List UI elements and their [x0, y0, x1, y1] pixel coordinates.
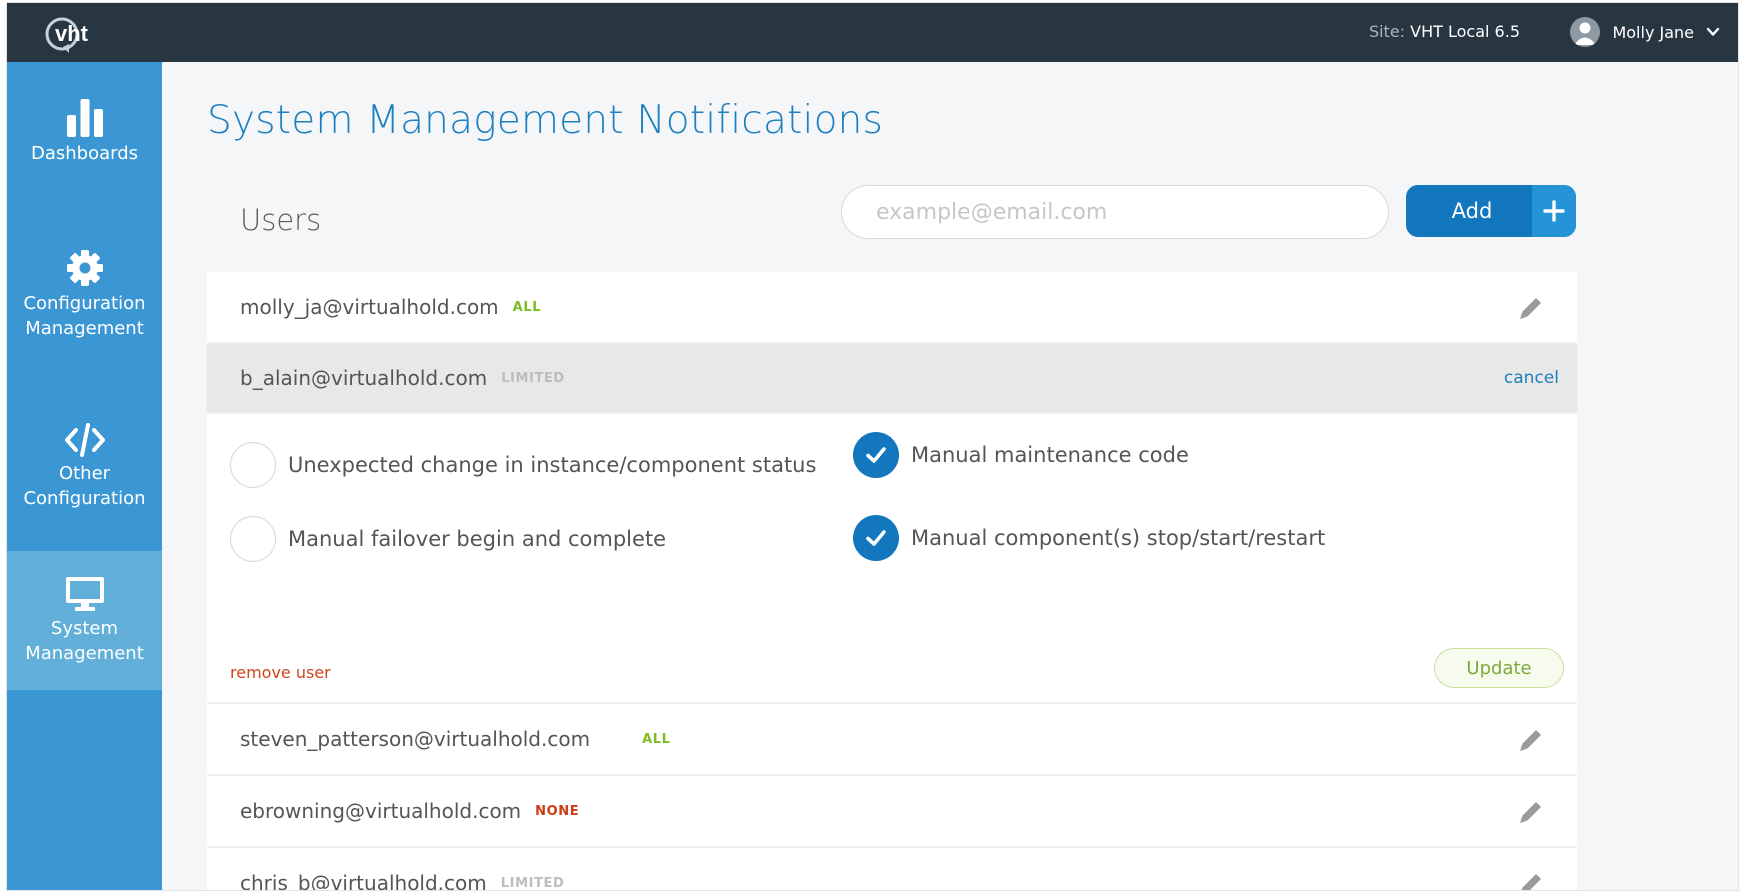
logo-text: vht	[55, 21, 89, 46]
option-label: Manual failover begin and complete	[288, 527, 667, 551]
vht-logo[interactable]: vht	[45, 11, 115, 55]
notification-options-panel: Unexpected change in instance/component …	[207, 414, 1577, 704]
table-row[interactable]: steven_patterson@virtualhold.com ALL	[207, 704, 1577, 776]
sidebar-item-dashboards[interactable]: Dashboards	[7, 62, 162, 202]
site-label: Site:	[1368, 22, 1406, 41]
pencil-icon[interactable]	[1517, 726, 1545, 754]
site-value: VHT Local 6.5	[1410, 22, 1520, 41]
pencil-icon[interactable]	[1517, 294, 1545, 322]
code-icon	[64, 423, 105, 457]
pencil-icon[interactable]	[1517, 798, 1545, 826]
status-badge: LIMITED	[501, 370, 565, 386]
user-email: steven_patterson@virtualhold.com	[240, 727, 591, 751]
user-icon	[1574, 22, 1597, 45]
option-checkbox[interactable]	[230, 442, 276, 488]
sidebar: Dashboards Configuration Management Othe…	[7, 62, 162, 890]
checkmark-icon[interactable]	[853, 515, 899, 561]
option-label: Manual maintenance code	[911, 443, 1189, 467]
status-badge: ALL	[512, 299, 542, 315]
option-maintenance-code[interactable]: Manual maintenance code	[853, 432, 1189, 478]
monitor-icon	[65, 576, 104, 611]
status-badge: ALL	[642, 731, 671, 747]
user-email: b_alain@virtualhold.com	[240, 366, 488, 390]
sidebar-item-label: Dashboards	[30, 142, 139, 164]
option-checkbox[interactable]	[230, 516, 276, 562]
user-menu[interactable]: Molly Jane	[1570, 16, 1720, 48]
add-button-label: Add	[1451, 199, 1493, 223]
users-list: molly_ja@virtualhold.com ALL b_alain@vir…	[207, 272, 1577, 891]
table-row-selected[interactable]: b_alain@virtualhold.com LIMITED cancel	[207, 344, 1577, 414]
users-heading: Users	[240, 203, 322, 237]
top-bar: vht Site: VHT Local 6.5 Molly Jane	[7, 3, 1738, 62]
option-label: Manual component(s) stop/start/restart	[911, 526, 1326, 550]
gear-icon	[66, 249, 103, 286]
pencil-icon[interactable]	[1517, 870, 1545, 891]
main-content: System Management Notifications Users Ad…	[162, 62, 1738, 890]
cancel-link[interactable]: cancel	[1504, 368, 1559, 388]
user-email: chris_b@virtualhold.com	[240, 871, 487, 891]
add-user-button[interactable]: Add	[1406, 185, 1576, 237]
table-row[interactable]: chris_b@virtualhold.com LIMITED	[207, 848, 1577, 891]
user-email: ebrowning@virtualhold.com	[240, 799, 522, 823]
app-window: vht Site: VHT Local 6.5 Molly Jane Dashb…	[6, 2, 1739, 891]
sidebar-item-label: Configuration Management	[23, 292, 146, 339]
email-input[interactable]	[841, 185, 1389, 239]
sidebar-item-other-configuration[interactable]: Other Configuration	[7, 387, 162, 547]
status-badge: NONE	[535, 803, 580, 819]
option-failover[interactable]: Manual failover begin and complete	[230, 516, 666, 562]
sidebar-item-label: System Management	[25, 617, 144, 664]
sidebar-item-label: Other Configuration	[23, 463, 146, 509]
option-status-change[interactable]: Unexpected change in instance/component …	[230, 442, 816, 488]
bar-chart-icon	[66, 98, 103, 137]
site-indicator: Site: VHT Local 6.5	[1369, 22, 1520, 41]
table-row[interactable]: molly_ja@virtualhold.com ALL	[207, 272, 1577, 344]
plus-icon	[1532, 185, 1576, 237]
user-name: Molly Jane	[1612, 22, 1694, 42]
avatar[interactable]	[1570, 17, 1601, 47]
status-badge: LIMITED	[500, 875, 565, 891]
page-title: System Management Notifications	[207, 98, 884, 143]
remove-user-link[interactable]: remove user	[230, 663, 331, 682]
checkmark-icon[interactable]	[853, 432, 899, 478]
chevron-down-icon[interactable]	[1706, 25, 1720, 39]
sidebar-item-configuration-management[interactable]: Configuration Management	[7, 207, 162, 382]
user-email: molly_ja@virtualhold.com	[240, 295, 499, 319]
option-label: Unexpected change in instance/component …	[288, 453, 817, 477]
update-button[interactable]: Update	[1434, 648, 1564, 688]
option-component-restart[interactable]: Manual component(s) stop/start/restart	[853, 515, 1325, 561]
table-row[interactable]: ebrowning@virtualhold.com NONE	[207, 776, 1577, 848]
sidebar-item-system-management[interactable]: System Management	[7, 551, 162, 690]
